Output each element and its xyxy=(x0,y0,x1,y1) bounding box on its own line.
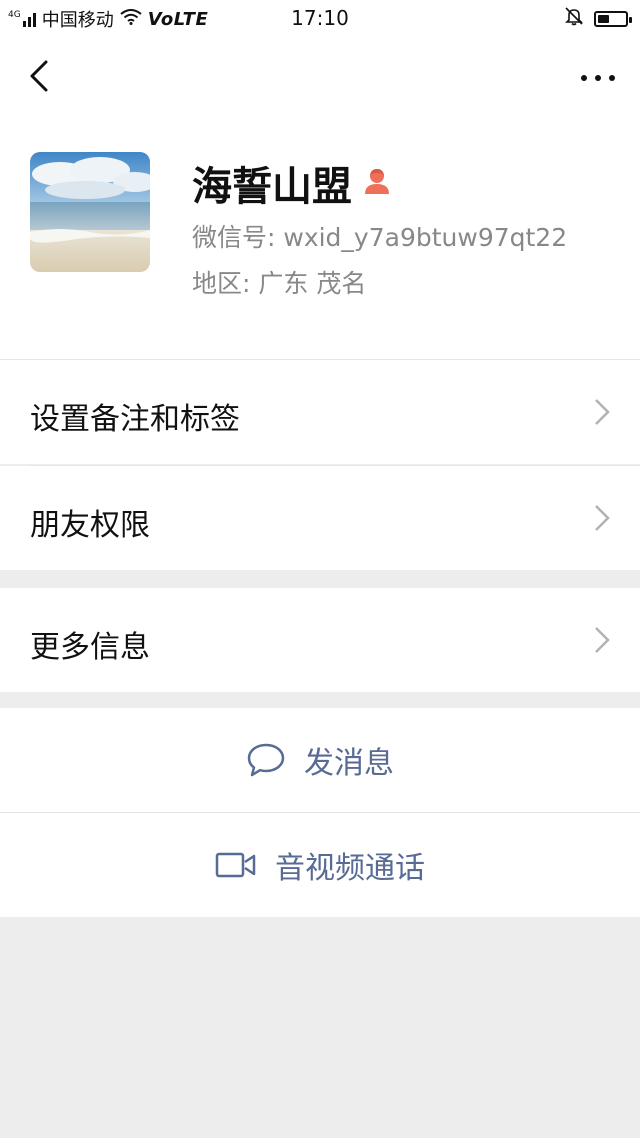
chevron-right-icon xyxy=(595,505,610,531)
profile-section: 海誓山盟 微信号: wxid_y7a9btuw97qt22 地区: 广东 茂名 xyxy=(0,34,640,360)
video-call-label: 音视频通话 xyxy=(275,851,425,886)
mute-bell-icon xyxy=(564,6,584,31)
region: 地区: 广东 茂名 xyxy=(192,269,367,298)
beach-avatar-image xyxy=(30,152,150,272)
nav-bar xyxy=(0,34,640,122)
chevron-right-icon xyxy=(595,627,610,653)
remark-and-tags-row[interactable]: 设置备注和标签 xyxy=(0,360,640,464)
back-button[interactable] xyxy=(22,58,62,98)
more-info-row[interactable]: 更多信息 xyxy=(0,588,640,692)
send-message-button[interactable]: 发消息 xyxy=(0,708,640,812)
more-options-button[interactable] xyxy=(578,62,618,94)
more-dots-icon xyxy=(581,75,615,81)
chat-bubble-icon xyxy=(247,743,285,777)
battery-icon xyxy=(594,10,632,27)
contact-name: 海誓山盟 xyxy=(192,164,352,210)
status-right xyxy=(564,6,632,31)
friend-permissions-label: 朋友权限 xyxy=(30,508,150,543)
status-time: 17:10 xyxy=(291,6,349,30)
friend-permissions-row[interactable]: 朋友权限 xyxy=(0,466,640,570)
status-bar: 4G 中国移动 VoLTE 17:10 xyxy=(0,0,640,34)
female-icon xyxy=(362,166,392,200)
more-info-label: 更多信息 xyxy=(30,630,150,665)
video-call-button[interactable]: 音视频通话 xyxy=(0,813,640,917)
back-arrow-icon xyxy=(30,60,48,92)
send-message-label: 发消息 xyxy=(304,746,394,781)
name-row: 海誓山盟 xyxy=(192,154,392,212)
avatar[interactable] xyxy=(30,152,150,272)
chevron-right-icon xyxy=(595,399,610,425)
video-camera-icon xyxy=(215,852,256,878)
wechat-id: 微信号: wxid_y7a9btuw97qt22 xyxy=(192,223,568,252)
remark-and-tags-label: 设置备注和标签 xyxy=(30,402,240,437)
